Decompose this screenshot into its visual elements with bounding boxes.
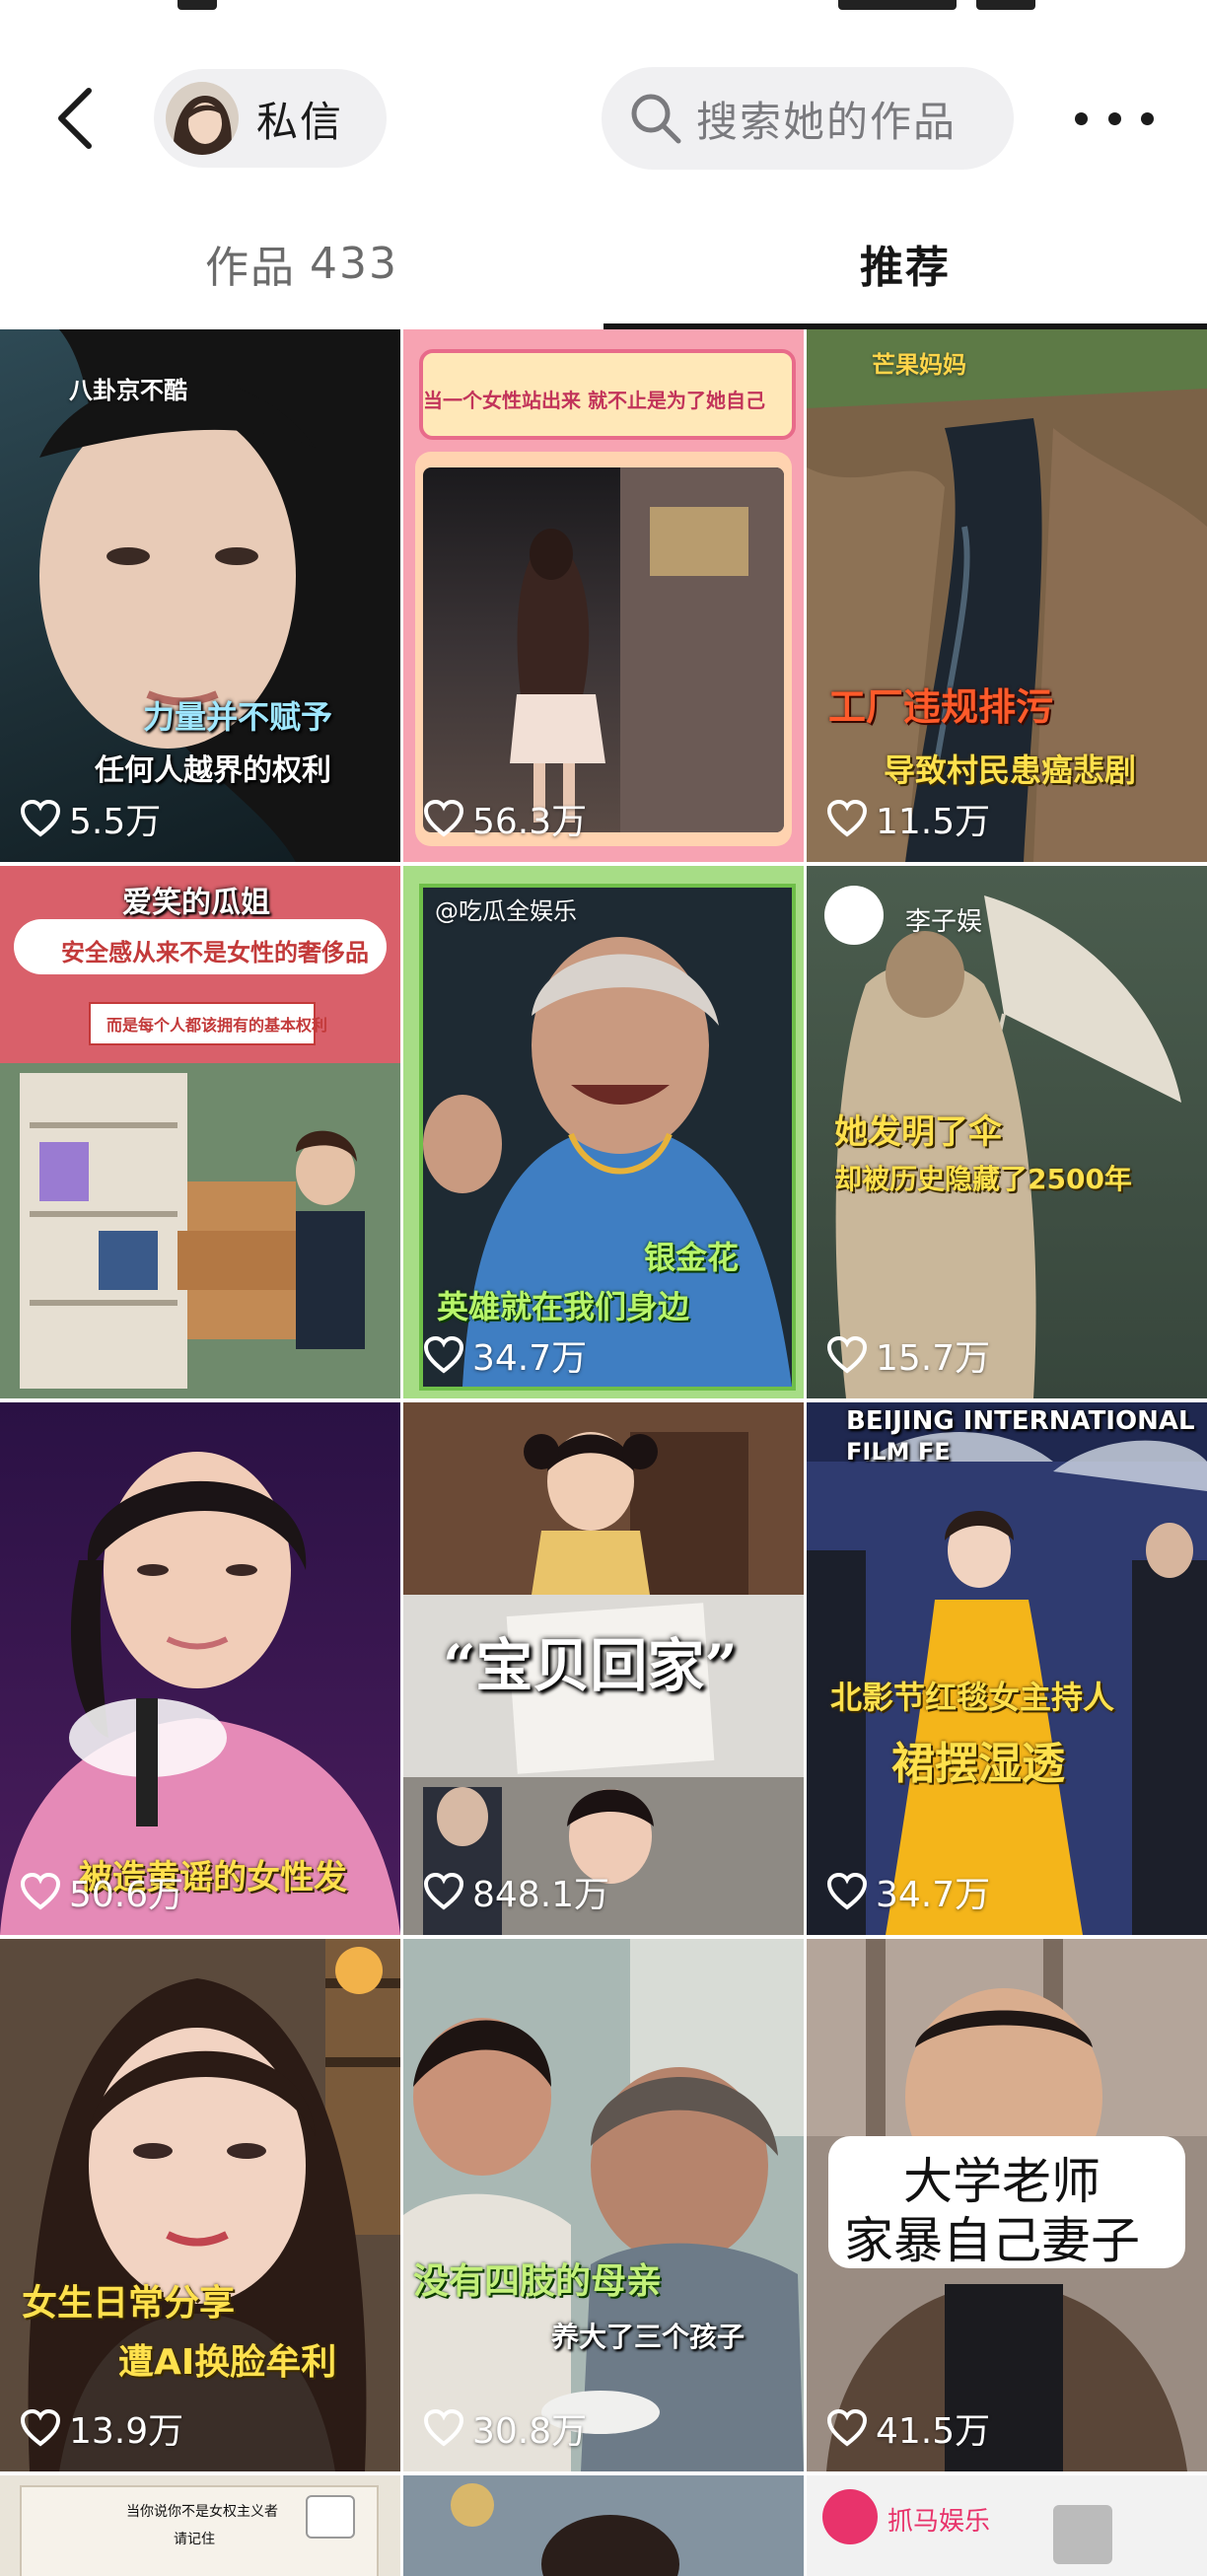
video-caption: 英雄就在我们身边 — [437, 1288, 690, 1325]
video-thumbnail[interactable]: 爱笑的瓜姐 安全感从来不是女性的奢侈品 而是每个人都该拥有的基本权利 — [0, 866, 400, 1398]
search-works-input[interactable]: 搜索她的作品 — [602, 67, 1014, 170]
like-count-value: 50.6万 — [69, 1875, 184, 1915]
video-thumbnail[interactable]: 女生日常分享 遭AI换脸牟利 13.9万 — [0, 1939, 400, 2471]
video-caption: FILM FE — [846, 1438, 951, 1466]
video-thumbnail[interactable]: 没有四肢的母亲 养大了三个孩子 30.8万 — [403, 1939, 804, 2471]
like-count: 34.7万 — [826, 1866, 990, 1917]
like-count-value: 34.7万 — [472, 1338, 588, 1379]
video-caption: 家暴自己妻子 — [844, 2212, 1140, 2269]
like-count-value: 30.8万 — [472, 2411, 588, 2452]
direct-message-button[interactable]: 私信 — [154, 69, 387, 168]
video-caption: 银金花 — [644, 1239, 740, 1276]
like-count: 15.7万 — [826, 1329, 990, 1381]
video-thumbnail[interactable]: @吃瓜全娱乐 银金花 英雄就在我们身边 34.7万 — [403, 866, 804, 1398]
video-caption: 导致村民患癌悲剧 — [884, 751, 1137, 789]
video-thumbnail[interactable] — [403, 2475, 804, 2576]
heart-icon — [826, 2408, 868, 2447]
like-count-value: 56.3万 — [472, 802, 588, 842]
search-placeholder: 搜索她的作品 — [696, 97, 958, 146]
like-count-value: 13.9万 — [69, 2411, 184, 2452]
video-caption: 任何人越界的权利 — [95, 753, 331, 788]
channel-badge: 芒果妈妈 — [872, 351, 966, 379]
tab-recommended-label: 推荐 — [860, 243, 951, 293]
video-caption: 遭AI换脸牟利 — [118, 2342, 337, 2383]
heart-icon — [423, 1872, 464, 1910]
tab-bar: 作品 433 推荐 — [0, 197, 1207, 329]
video-caption: “宝贝回家” — [443, 1632, 738, 1699]
video-caption: 而是每个人都该拥有的基本权利 — [106, 1016, 328, 1035]
video-thumbnail[interactable]: 当一个女性站出来 就不止是为了她自己 56.3万 — [403, 329, 804, 862]
heart-icon — [20, 1872, 61, 1910]
avatar — [166, 82, 239, 155]
video-caption: 却被历史隐藏了2500年 — [834, 1163, 1132, 1195]
like-count: 13.9万 — [20, 2402, 183, 2454]
video-thumbnail[interactable]: “宝贝回家” 848.1万 — [403, 1402, 804, 1935]
top-bar: 私信 搜索她的作品 — [0, 39, 1207, 197]
heart-icon — [20, 799, 61, 837]
video-thumbnail[interactable]: 大学老师 家暴自己妻子 41.5万 — [807, 1939, 1207, 2471]
channel-badge: 八卦京不酷 — [69, 377, 187, 404]
heart-icon — [826, 799, 868, 837]
search-icon — [631, 94, 681, 144]
tab-works-count: 433 — [310, 238, 398, 289]
channel-badge: 李子娱 — [905, 907, 983, 937]
video-caption: 当你说你不是女权主义者 — [126, 2504, 278, 2520]
video-caption: 北影节红毯女主持人 — [830, 1679, 1115, 1716]
like-count-value: 11.5万 — [876, 802, 991, 842]
like-count-value: 41.5万 — [876, 2411, 991, 2452]
video-thumbnail[interactable]: 芒果妈妈 工厂违规排污 导致村民患癌悲剧 11.5万 — [807, 329, 1207, 862]
video-caption: 没有四肢的母亲 — [413, 2261, 663, 2302]
video-thumbnail[interactable]: 八卦京不酷 力量并不赋予 任何人越界的权利 5.5万 — [0, 329, 400, 862]
video-thumbnail[interactable]: 当你说你不是女权主义者 请记住 — [0, 2475, 400, 2576]
heart-icon — [423, 799, 464, 837]
video-thumbnail[interactable]: 被造黄谣的女性发 50.6万 — [0, 1402, 400, 1935]
more-options-button[interactable] — [1075, 99, 1154, 138]
status-bar — [0, 0, 1207, 39]
video-caption: 女生日常分享 — [22, 2283, 236, 2324]
like-count: 11.5万 — [826, 793, 990, 844]
like-count-value: 15.7万 — [876, 1338, 991, 1379]
video-caption: 她发明了伞 — [834, 1112, 1002, 1152]
back-button[interactable] — [39, 79, 110, 158]
like-count: 30.8万 — [423, 2402, 587, 2454]
video-caption: 养大了三个孩子 — [551, 2321, 746, 2353]
like-count: 56.3万 — [423, 793, 587, 844]
video-caption: 当一个女性站出来 就不止是为了她自己 — [423, 389, 765, 412]
more-dots-icon — [1075, 111, 1088, 125]
heart-icon — [423, 2408, 464, 2447]
like-count: 5.5万 — [20, 793, 161, 844]
video-thumbnail[interactable]: 李子娱 她发明了伞 却被历史隐藏了2500年 15.7万 — [807, 866, 1207, 1398]
like-count-value: 5.5万 — [69, 802, 162, 842]
like-count: 848.1万 — [423, 1866, 609, 1917]
video-caption: 安全感从来不是女性的奢侈品 — [61, 939, 369, 966]
video-caption: 裙摆湿透 — [891, 1739, 1065, 1789]
heart-icon — [20, 2408, 61, 2447]
video-thumbnail[interactable]: 抓马娱乐 — [807, 2475, 1207, 2576]
video-caption: 工厂违规排污 — [828, 685, 1054, 729]
video-caption: 力量并不赋予 — [143, 698, 333, 736]
tab-works-label: 作品 — [205, 243, 296, 293]
like-count: 50.6万 — [20, 1866, 183, 1917]
back-chevron-icon — [58, 88, 92, 149]
like-count-value: 848.1万 — [472, 1875, 610, 1915]
video-grid: 八卦京不酷 力量并不赋予 任何人越界的权利 5.5万 当一个女性站出来 就不止是… — [0, 329, 1207, 2576]
heart-icon — [826, 1872, 868, 1910]
heart-icon — [826, 1335, 868, 1374]
like-count: 41.5万 — [826, 2402, 990, 2454]
direct-message-label: 私信 — [256, 97, 344, 146]
channel-badge: @吃瓜全娱乐 — [435, 897, 577, 925]
like-count: 34.7万 — [423, 1329, 587, 1381]
tab-works[interactable]: 作品 433 — [0, 197, 604, 329]
channel-badge: 抓马娱乐 — [888, 2507, 991, 2537]
video-caption: 爱笑的瓜姐 — [122, 886, 270, 920]
video-caption: BEIJING INTERNATIONAL — [846, 1406, 1195, 1436]
tab-recommended[interactable]: 推荐 — [604, 197, 1207, 329]
video-thumbnail[interactable]: BEIJING INTERNATIONAL FILM FE 北影节红毯女主持人 … — [807, 1402, 1207, 1935]
like-count-value: 34.7万 — [876, 1875, 991, 1915]
heart-icon — [423, 1335, 464, 1374]
video-caption: 请记住 — [174, 2532, 215, 2547]
